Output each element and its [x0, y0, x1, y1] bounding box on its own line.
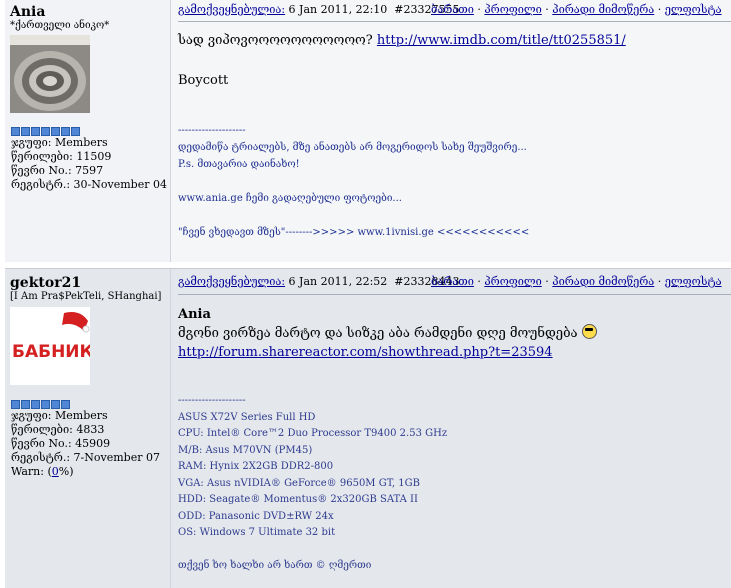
post-body: Ania მგონი ვირზეა მარტო და სიზკე აბა რამ… [178, 306, 727, 362]
post-text: მგონი ვირზეა მარტო და სიზკე აბა რამდენი … [178, 326, 582, 341]
forum-post: Ania *ქართველი ანიკო* ჯგუფი: Members წერ… [5, 0, 731, 262]
signature-line: P.s. მთავარია დაინახო! [178, 159, 300, 170]
rank-star-icon [31, 127, 40, 136]
signature-line[interactable]: "ჩვენ ვხედავთ მზეს"-------->>>>> www.1iv… [178, 224, 727, 241]
signature-line: თქვენ ხო ხალხი არ ხართ © ღმერთი [178, 559, 372, 571]
signature: -------------------- ASUS X72V Series Fu… [178, 393, 727, 574]
author-panel: Ania *ქართველი ანიკო* ჯგუფი: Members წერ… [5, 0, 167, 262]
signature-line[interactable]: www.ania.ge ჩემი გადაღებული ფოტოები... [178, 190, 727, 207]
rank-star-icon [21, 400, 30, 409]
email-link[interactable]: ელფოსტა [665, 3, 722, 16]
posted-label[interactable]: გამოქვეყნებულია: [178, 3, 285, 16]
member-number: წევრი No.: 45909 [11, 437, 111, 450]
post-date: 6 Jan 2011, 22:52 [288, 275, 388, 288]
signature-line: OS: Windows 7 Ultimate 32 bit [178, 527, 336, 538]
post-body: სად ვიპოვოოოოოოოოოოო? http://www.imdb.co… [178, 32, 727, 90]
avatar: БАБНИК [10, 307, 94, 385]
posted-label[interactable]: გამოქვეყნებულია: [178, 275, 285, 288]
rank-star-icon [11, 400, 20, 409]
signature-spacer [178, 542, 727, 558]
author-name[interactable]: gektor21 [10, 275, 165, 291]
user-title: [I Am Pra$PekTeli, SHanghai] [10, 291, 162, 302]
profile-link[interactable]: პროფილი [484, 275, 541, 288]
rank-star-icon [71, 127, 80, 136]
header-divider [178, 21, 731, 22]
smiley-icon [581, 324, 597, 339]
rank-star-icon [11, 127, 20, 136]
avatar [10, 35, 90, 113]
signature-line: M/B: Asus M70VN (PM45) [178, 444, 313, 456]
group: ჯგუფი: Members [11, 136, 108, 149]
post-content: გამოქვეყნებულია: 6 Jan 2011, 22:52 #2332… [170, 269, 731, 588]
signature-spacer [178, 173, 727, 190]
post-header: გამოქვეყნებულია: 6 Jan 2011, 22:10 #2332… [178, 3, 722, 16]
post-count: წერილები: 11509 [11, 150, 112, 163]
signature-line: -------------------- [178, 395, 246, 406]
rank-star-icon [51, 127, 60, 136]
signature-spacer [178, 207, 727, 224]
author-stats: ჯგუფი: Members წერილები: 11509 წევრი No.… [11, 136, 167, 192]
header-divider [178, 294, 731, 295]
rank-star-icon [61, 400, 70, 409]
post-link[interactable]: http://forum.sharereactor.com/showthread… [178, 345, 553, 360]
quote-author: Ania [178, 307, 211, 322]
post-header: გამოქვეყნებულია: 6 Jan 2011, 22:52 #2332… [178, 275, 722, 288]
signature: -------------------- დედამიწა ტრიალებს, … [178, 122, 727, 241]
email-link[interactable]: ელფოსტა [665, 275, 722, 288]
rank-stars [11, 126, 81, 136]
signature-line: RAM: Hynix 2X2GB DDR2-800 [178, 461, 334, 472]
avatar-text: БАБНИК [12, 342, 90, 362]
forum-post: gektor21 [I Am Pra$PekTeli, SHanghai] БА… [5, 268, 731, 588]
rank-star-icon [21, 127, 30, 136]
card-link[interactable]: ბარათი [431, 3, 474, 16]
user-title: *ქართველი ანიკო* [10, 20, 110, 31]
post-date: 6 Jan 2011, 22:10 [288, 3, 388, 16]
signature-line: HDD: Seagate® Momentus® 2x320GB SATA II [178, 494, 418, 505]
post-text: სად ვიპოვოოოოოოოოოოო? [178, 33, 377, 48]
rank-star-icon [61, 127, 70, 136]
private-message-link[interactable]: პირადი მიმოწერა [552, 3, 654, 16]
signature-line: ASUS X72V Series Full HD [178, 411, 316, 423]
member-number: წევრი No.: 7597 [11, 164, 104, 177]
rank-star-icon [41, 127, 50, 136]
signature-line: VGA: Asus nVIDIA® GeForce® 9650M GT, 1GB [178, 477, 420, 489]
signature-line: ODD: Panasonic DVD±RW 24x [178, 510, 334, 522]
card-link[interactable]: ბარათი [431, 275, 474, 288]
signature-line: დედამიწა ტრიალებს, მზე ანათებს არ მოგერი… [178, 142, 527, 153]
private-message-link[interactable]: პირადი მიმოწერა [552, 275, 654, 288]
rank-star-icon [41, 400, 50, 409]
author-stats: ჯგუფი: Members წერილები: 4833 წევრი No.:… [11, 409, 160, 479]
registered-date: რეგისტრ.: 7-November 07 [11, 451, 160, 464]
post-content: გამოქვეყნებულია: 6 Jan 2011, 22:10 #2332… [170, 0, 731, 262]
post-link[interactable]: http://www.imdb.com/title/tt0255851/ [377, 33, 626, 48]
rank-star-icon [51, 400, 60, 409]
author-panel: gektor21 [I Am Pra$PekTeli, SHanghai] БА… [5, 269, 165, 588]
signature-line: -------------------- [178, 125, 246, 136]
post-count: წერილები: 4833 [11, 423, 105, 436]
author-name[interactable]: Ania [10, 4, 165, 20]
group: ჯგუფი: Members [11, 409, 108, 422]
rank-star-icon [31, 400, 40, 409]
signature-line: CPU: Intel® Core™2 Duo Processor T9400 2… [178, 428, 448, 439]
registered-date: რეგისტრ.: 30-November 04 [11, 178, 167, 191]
warn-level: Warn: (0%) [11, 465, 74, 478]
profile-link[interactable]: პროფილი [484, 3, 541, 16]
warn-link[interactable]: 0 [52, 465, 59, 478]
rank-stars [11, 399, 71, 409]
post-text: Boycott [178, 73, 229, 88]
